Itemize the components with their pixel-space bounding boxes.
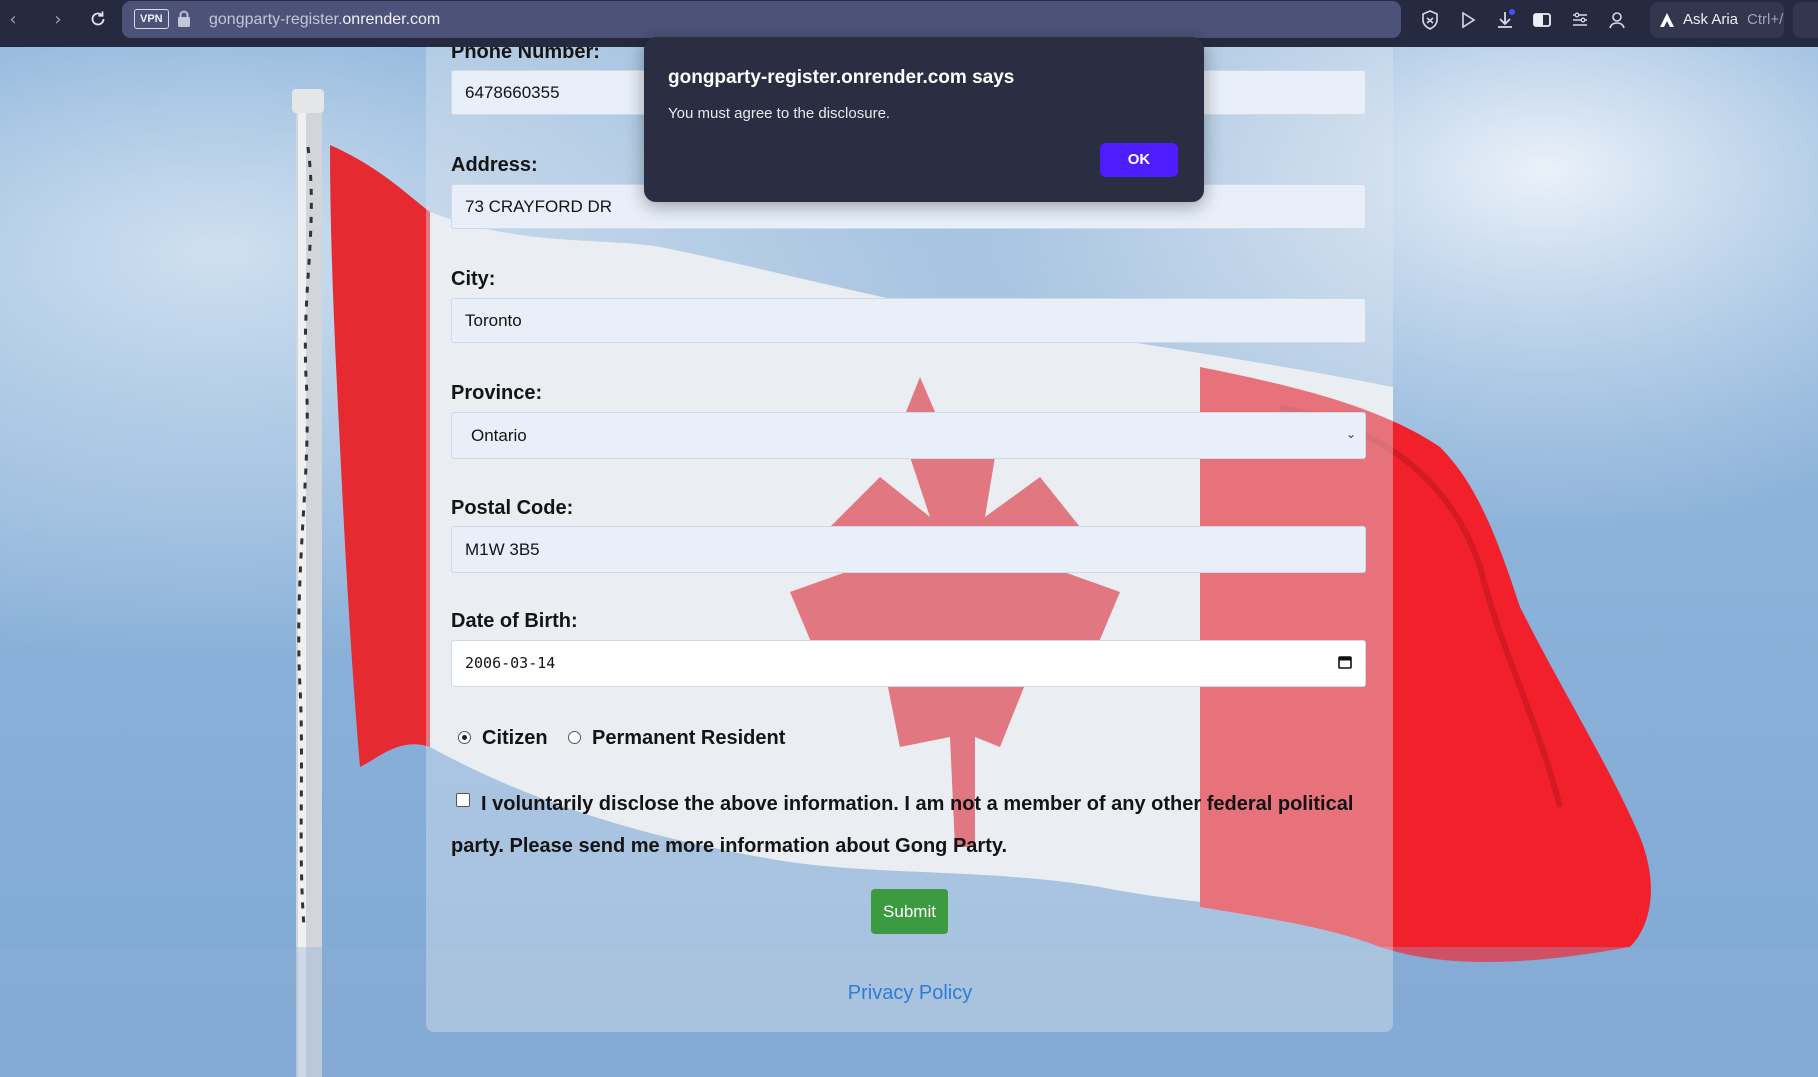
aria-logo-icon bbox=[1660, 13, 1674, 27]
citizen-radio-label[interactable]: Citizen bbox=[482, 727, 548, 750]
menu-icon[interactable] bbox=[1569, 9, 1591, 31]
sidebar-toggle[interactable] bbox=[1793, 2, 1818, 38]
address-label: Address: bbox=[451, 154, 538, 176]
city-label: City: bbox=[451, 268, 496, 290]
dialog-title: gongparty-register.onrender.com says bbox=[668, 67, 1015, 88]
province-value: Ontario bbox=[471, 426, 527, 445]
reload-icon[interactable] bbox=[87, 9, 109, 31]
shield-icon[interactable] bbox=[1419, 9, 1441, 31]
dialog-message: You must agree to the disclosure. bbox=[668, 105, 891, 122]
province-select[interactable]: Ontario ⌄ bbox=[451, 412, 1366, 459]
dialog-ok-button[interactable]: OK bbox=[1100, 143, 1178, 177]
address-value: 73 CRAYFORD DR bbox=[465, 197, 613, 216]
play-icon[interactable] bbox=[1457, 9, 1479, 31]
permanent-resident-radio[interactable] bbox=[568, 731, 581, 744]
download-icon[interactable] bbox=[1494, 9, 1516, 31]
aria-label: Ask Aria bbox=[1683, 11, 1739, 28]
disclosure-text: I voluntarily disclose the above informa… bbox=[451, 793, 1354, 857]
profile-icon[interactable] bbox=[1606, 9, 1628, 31]
privacy-policy-link[interactable]: Privacy Policy bbox=[847, 982, 973, 1005]
permanent-resident-radio-label[interactable]: Permanent Resident bbox=[592, 727, 785, 750]
dob-label: Date of Birth: bbox=[451, 610, 578, 632]
postal-code-label: Postal Code: bbox=[451, 497, 574, 519]
province-label: Province: bbox=[451, 382, 543, 404]
dob-input[interactable]: 2006-03-14 bbox=[451, 640, 1366, 687]
wallet-icon[interactable] bbox=[1531, 9, 1553, 31]
city-value: Toronto bbox=[465, 311, 522, 330]
citizen-radio[interactable] bbox=[458, 731, 471, 744]
back-icon[interactable]: ‹ bbox=[2, 9, 24, 31]
dob-value: 2006-03-14 bbox=[465, 654, 556, 672]
address-bar[interactable]: VPN gongparty-register.onrender.com bbox=[122, 1, 1401, 38]
vpn-badge[interactable]: VPN bbox=[134, 9, 169, 29]
calendar-icon[interactable] bbox=[1338, 655, 1352, 669]
ask-aria-button[interactable]: Ask Aria Ctrl+/ bbox=[1650, 2, 1784, 38]
submit-button[interactable]: Submit bbox=[871, 889, 948, 934]
alert-dialog: gongparty-register.onrender.com says You… bbox=[644, 37, 1204, 202]
aria-hotkey: Ctrl+/ bbox=[1747, 11, 1784, 28]
forward-icon[interactable]: › bbox=[47, 9, 69, 31]
chevron-down-icon: ⌄ bbox=[1345, 427, 1356, 441]
phone-value: 6478660355 bbox=[465, 83, 560, 102]
city-input[interactable]: Toronto bbox=[451, 298, 1366, 343]
postal-code-input[interactable]: M1W 3B5 bbox=[451, 526, 1366, 573]
url-text[interactable]: gongparty-register.onrender.com bbox=[209, 10, 440, 30]
lock-icon[interactable] bbox=[177, 10, 191, 28]
postal-code-value: M1W 3B5 bbox=[465, 540, 540, 559]
